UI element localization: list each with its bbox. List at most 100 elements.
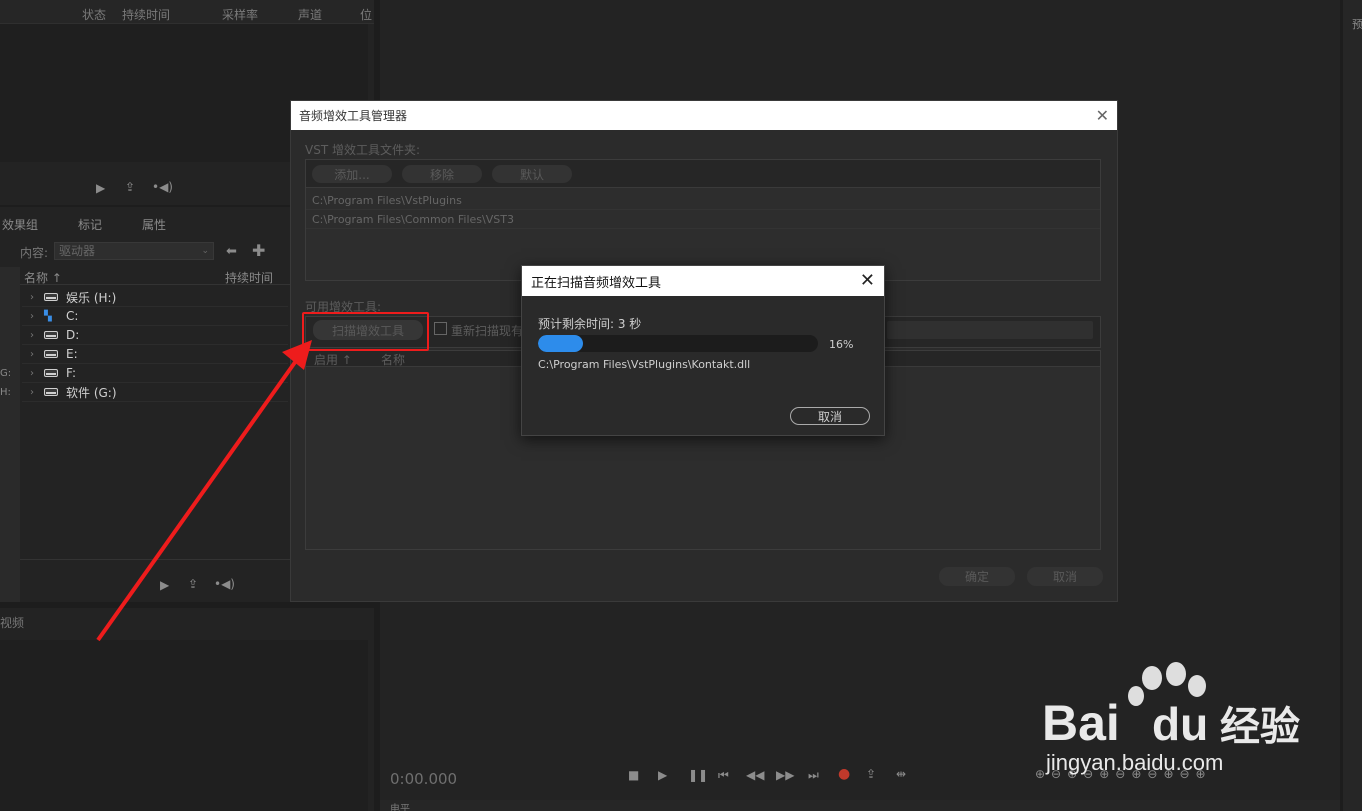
- content-select-value: 驱动器: [59, 244, 96, 258]
- table-row[interactable]: C:\Program Files\VstPlugins: [306, 191, 1100, 210]
- chevron-down-icon: ⌄: [201, 246, 209, 256]
- back-arrow-icon[interactable]: ⬅: [226, 244, 237, 259]
- windows-drive-icon: ▚: [44, 310, 52, 322]
- fast-forward-icon[interactable]: ▶▶: [776, 768, 794, 782]
- bottom-strip: 电平: [380, 800, 1340, 811]
- scan-progress-dialog: 正在扫描音频增效工具 ✕ 预计剩余时间: 3 秒 16% C:\Program …: [521, 265, 885, 436]
- col-status[interactable]: 状态: [82, 6, 106, 23]
- paw-toe-4: [1128, 686, 1144, 706]
- list-item[interactable]: › D:: [22, 326, 288, 345]
- bottom-strip-label: 电平: [390, 804, 410, 811]
- rescan-checkbox[interactable]: [434, 322, 447, 335]
- paw-toe-2: [1166, 662, 1186, 686]
- progress-fill: [538, 335, 583, 352]
- right-panel-label: 预: [1352, 18, 1362, 31]
- drive-icon: [44, 388, 58, 396]
- rescan-label: 重新扫描现有: [451, 324, 524, 338]
- stop-icon[interactable]: ■: [628, 768, 639, 782]
- remaining-time-text: 预计剩余时间: 3 秒: [538, 317, 642, 331]
- col-duration[interactable]: 持续时间: [122, 6, 170, 23]
- right-panel: 预: [1343, 0, 1362, 811]
- loop-icon[interactable]: ⇪: [866, 767, 876, 781]
- skip-forward-icon[interactable]: ⏭: [808, 768, 819, 783]
- paw-toe-3: [1188, 675, 1206, 697]
- tab-properties[interactable]: 属性: [142, 216, 166, 233]
- close-icon[interactable]: ✕: [1096, 106, 1109, 125]
- play-icon[interactable]: ▶: [160, 578, 169, 592]
- ok-button[interactable]: 确定: [939, 567, 1015, 586]
- tab-markers[interactable]: 标记: [78, 216, 102, 233]
- watermark-cn: 经验: [1220, 704, 1300, 750]
- drive-icon: [44, 369, 58, 377]
- progress-titlebar[interactable]: 正在扫描音频增效工具 ✕: [522, 266, 884, 296]
- loop-icon[interactable]: ⇪: [125, 180, 135, 194]
- list-item[interactable]: › E:: [22, 345, 288, 364]
- drive-icon: [44, 350, 58, 358]
- video-panel: 视频: [0, 608, 374, 811]
- watermark-brand-du: du: [1152, 698, 1208, 750]
- timecode[interactable]: 0:00.000: [390, 770, 457, 788]
- paw-toe-1: [1142, 666, 1162, 690]
- remove-folder-button[interactable]: 移除: [402, 165, 482, 183]
- video-area: [0, 640, 368, 811]
- volume-icon[interactable]: •◀): [214, 577, 235, 591]
- skip-icon[interactable]: ⇹: [896, 767, 906, 781]
- add-folder-button[interactable]: 添加...: [312, 165, 392, 183]
- col-channels[interactable]: 声道: [298, 6, 322, 23]
- watermark-url: jingyan.baidu.com: [1045, 750, 1223, 775]
- drive-icon: [44, 293, 58, 301]
- col-samplerate[interactable]: 采样率: [222, 6, 258, 23]
- baidu-jingyan-watermark: Bai du 经验 jingyan.baidu.com: [1042, 662, 1300, 775]
- cancel-scan-button[interactable]: 取消: [790, 407, 870, 425]
- list-item[interactable]: › 软件 (G:): [22, 383, 288, 402]
- col-plugin-name[interactable]: 名称: [381, 351, 405, 368]
- progress-title: 正在扫描音频增效工具: [531, 275, 662, 291]
- chevron-right-icon[interactable]: ›: [22, 311, 42, 322]
- add-icon[interactable]: ✚: [252, 241, 265, 260]
- chevron-right-icon[interactable]: ›: [22, 368, 42, 379]
- col-bit[interactable]: 位: [360, 6, 372, 23]
- browser-left-strip: G: H:: [0, 267, 20, 602]
- vst-folder-label: VST 增效工具文件夹:: [305, 143, 421, 157]
- rewind-icon[interactable]: ◀◀: [746, 768, 764, 782]
- list-item[interactable]: › 娱乐 (H:): [22, 288, 288, 307]
- content-label: 内容:: [20, 246, 49, 260]
- progress-bar: [538, 335, 818, 352]
- table-row[interactable]: C:\Program Files\Common Files\VST3: [306, 210, 1100, 229]
- cancel-button[interactable]: 取消: [1027, 567, 1103, 586]
- close-icon[interactable]: ✕: [860, 270, 875, 291]
- left-edge-label-g: G:: [0, 368, 12, 379]
- col-name[interactable]: 名称 ↑: [24, 269, 62, 286]
- content-select[interactable]: 驱动器 ⌄: [54, 242, 214, 260]
- scan-button-highlight: [302, 312, 429, 351]
- files-header: 状态 持续时间 采样率 声道 位: [0, 0, 374, 24]
- volume-icon[interactable]: •◀): [152, 180, 173, 194]
- col-enabled[interactable]: 启用 ↑: [314, 351, 352, 368]
- play-icon[interactable]: ▶: [96, 181, 105, 195]
- left-edge-label-h: H:: [0, 387, 11, 398]
- default-folder-button[interactable]: 默认: [492, 165, 572, 183]
- tab-effects-group[interactable]: 效果组: [2, 216, 38, 233]
- record-icon[interactable]: ●: [838, 766, 850, 782]
- filter-field[interactable]: [887, 321, 1093, 339]
- current-file-path: C:\Program Files\VstPlugins\Kontakt.dll: [538, 358, 751, 371]
- drive-icon: [44, 331, 58, 339]
- skip-back-icon[interactable]: ⏮: [718, 768, 729, 783]
- list-item[interactable]: › F:: [22, 364, 288, 383]
- col-duration-browser[interactable]: 持续时间: [225, 269, 273, 286]
- dialog-titlebar[interactable]: 音频增效工具管理器 ✕: [291, 101, 1117, 130]
- dialog-title: 音频增效工具管理器: [299, 109, 408, 123]
- chevron-right-icon[interactable]: ›: [22, 349, 42, 360]
- loop-icon[interactable]: ⇪: [188, 577, 198, 591]
- play-icon[interactable]: ▶: [658, 768, 667, 782]
- browser-footer: [20, 559, 290, 560]
- browser-tree-header: 名称 ↑ 持续时间: [20, 267, 290, 285]
- pause-icon[interactable]: ❚❚: [688, 768, 708, 782]
- chevron-right-icon[interactable]: ›: [22, 330, 42, 341]
- chevron-right-icon[interactable]: ›: [22, 292, 42, 303]
- video-panel-label: 视频: [0, 616, 25, 630]
- progress-percent: 16%: [829, 338, 854, 351]
- list-item[interactable]: › ▚ C:: [22, 307, 288, 326]
- watermark-brand: Bai: [1042, 695, 1120, 751]
- chevron-right-icon[interactable]: ›: [22, 387, 42, 398]
